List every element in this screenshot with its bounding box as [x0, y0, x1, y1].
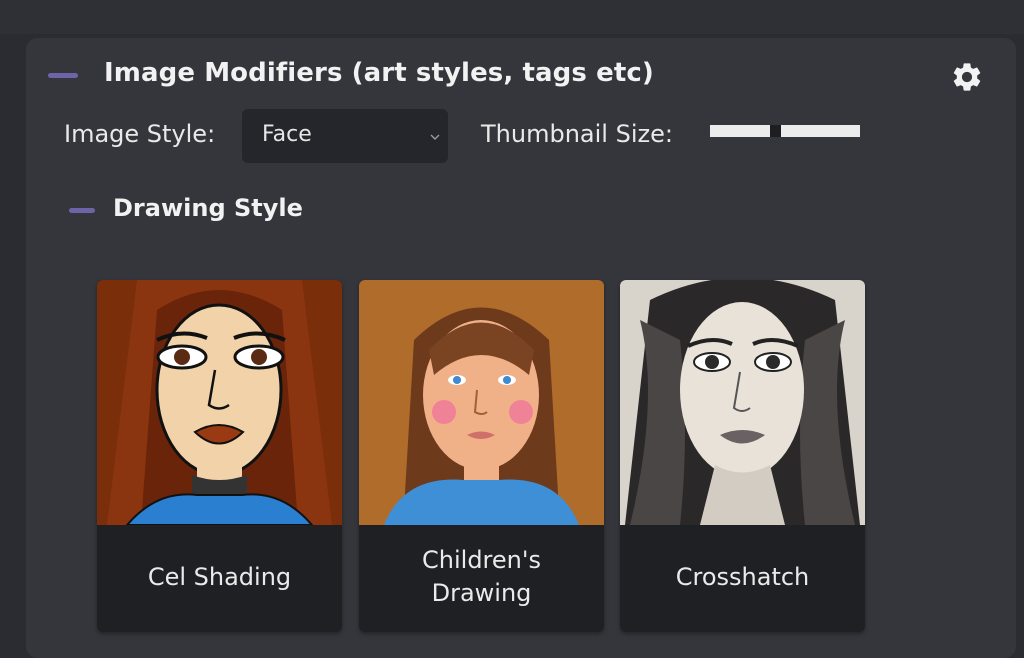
collapse-modifiers-toggle[interactable] — [48, 73, 78, 78]
card-label: Cel Shading — [147, 562, 292, 591]
thumbnail-size-slider[interactable] — [710, 125, 860, 137]
image-style-select[interactable]: Face — [242, 109, 448, 163]
image-style-label: Image Style: — [64, 120, 216, 148]
thumbnail-size-label: Thumbnail Size: — [481, 120, 673, 148]
panel-title: Image Modifiers (art styles, tags etc) — [104, 58, 654, 88]
top-strip — [0, 0, 1024, 34]
modifier-card-crosshatch[interactable]: Crosshatch — [620, 280, 865, 632]
chevron-down-icon — [430, 134, 440, 140]
card-label: Crosshatch — [675, 562, 810, 591]
section-title: Drawing Style — [113, 194, 303, 222]
modifier-card-childrens-drawing[interactable]: Children's Drawing — [359, 280, 604, 632]
modifier-card-cel-shading[interactable]: Cel Shading — [97, 280, 342, 632]
cel-shading-thumbnail — [97, 280, 342, 525]
childrens-drawing-thumbnail — [359, 280, 604, 525]
card-label: Children's Drawing — [422, 546, 541, 607]
gear-icon[interactable] — [950, 60, 984, 94]
crosshatch-thumbnail — [620, 280, 865, 525]
slider-thumb[interactable] — [770, 125, 781, 137]
image-style-value: Face — [262, 122, 312, 147]
collapse-drawing-style-toggle[interactable] — [69, 208, 95, 213]
